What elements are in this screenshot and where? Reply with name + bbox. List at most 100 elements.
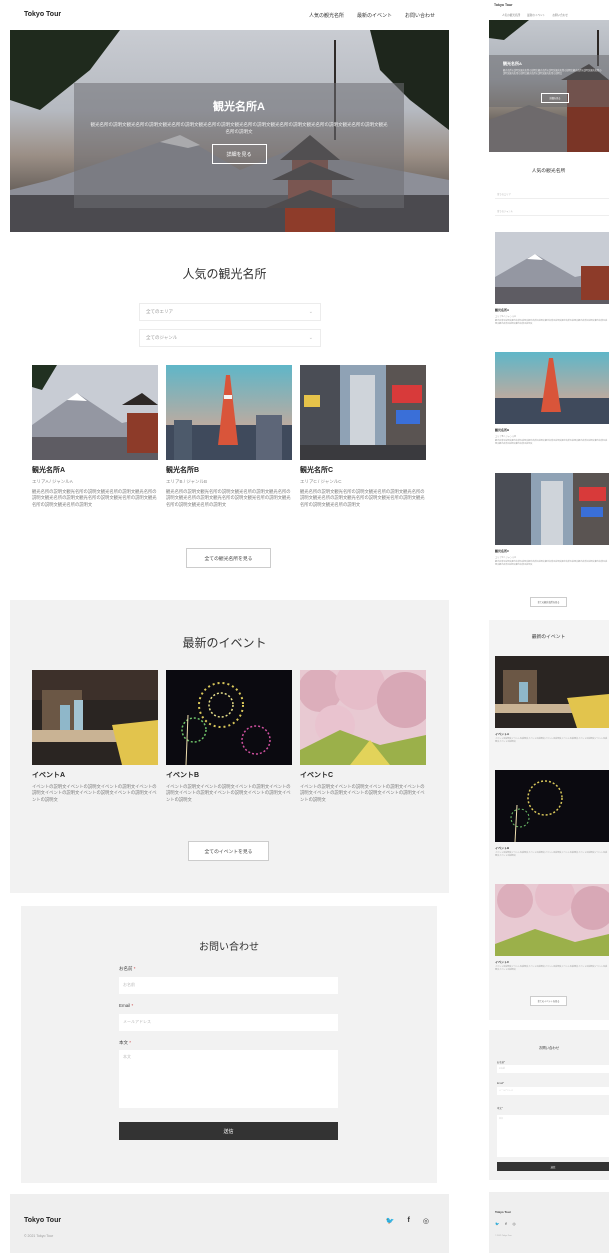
spot-image bbox=[495, 352, 609, 424]
spot-image bbox=[495, 473, 609, 545]
event-title: イベントB bbox=[166, 772, 200, 779]
email-label: Email* bbox=[497, 1082, 504, 1085]
spot-title: 観光名所A bbox=[32, 467, 66, 474]
spot-description: 観光名所の説明文観光名所の説明文観光名所の説明文観光名所の説明文観光名所の説明文… bbox=[300, 489, 425, 507]
hero-overlay: 観光名所A 観光名所の説明文観光名所の説明文観光名所の説明文観光名所の説明文観光… bbox=[74, 83, 404, 208]
area-filter-value: 全てのエリア bbox=[146, 309, 173, 314]
nav-link-events[interactable]: 最新のイベント bbox=[527, 13, 545, 17]
event-card[interactable]: イベントA イベントの説明文イベントの説明文イベントの説明文イベントの説明文イベ… bbox=[495, 656, 609, 744]
spot-description: 観光名所の説明文観光名所の説明文観光名所の説明文観光名所の説明文観光名所の説明文… bbox=[32, 489, 157, 507]
hero-description: 観光名所の説明文観光名所の説明文観光名所の説明文観光名所の説明文観光名所の説明文… bbox=[503, 70, 602, 76]
contact-title: お問い合わせ bbox=[538, 1046, 560, 1050]
hero-title: 観光名所A bbox=[213, 101, 265, 113]
spot-card[interactable]: 観光名所C エリアC / ジャンルC 観光名所の説明文観光名所の説明文観光名所の… bbox=[300, 365, 426, 508]
site-footer: Tokyo Tour © 2021 Tokyo Tour 🐦 f ◎ bbox=[10, 1194, 449, 1253]
twitter-icon[interactable]: 🐦 bbox=[495, 1222, 499, 1226]
event-card[interactable]: イベントC イベントの説明文イベントの説明文イベントの説明文イベントの説明文イベ… bbox=[495, 884, 609, 972]
site-logo[interactable]: Tokyo Tour bbox=[24, 11, 61, 18]
hero-banner: 観光名所A 観光名所の説明文観光名所の説明文観光名所の説明文観光名所の説明文観光… bbox=[10, 30, 449, 232]
spot-card[interactable]: 観光名所B エリアB / ジャンルB 観光名所の説明文観光名所の説明文観光名所の… bbox=[495, 352, 609, 446]
all-spots-button[interactable]: 全ての観光名所を見る bbox=[186, 548, 271, 568]
mobile-view: Tokyo Tour 人気の観光名所 最新のイベント お問い合わせ 観光名所A … bbox=[488, 0, 609, 1253]
spot-description: 観光名所の説明文観光名所の説明文観光名所の説明文観光名所の説明文観光名所の説明文… bbox=[495, 320, 608, 326]
events-section-title: 最新のイベント bbox=[182, 636, 267, 650]
event-image bbox=[495, 770, 609, 842]
all-events-button[interactable]: 全てのイベントを見る bbox=[530, 996, 567, 1006]
genre-filter-select[interactable]: 全てのジャンル bbox=[495, 205, 609, 216]
event-card[interactable]: イベントA イベントの説明文イベントの説明文イベントの説明文イベントの説明文イベ… bbox=[32, 670, 158, 803]
nav-link-events[interactable]: 最新のイベント bbox=[357, 12, 392, 19]
hero-detail-button[interactable]: 詳細を見る bbox=[541, 93, 569, 103]
spot-title: 観光名所A bbox=[495, 308, 510, 312]
name-label: お名前* bbox=[497, 1061, 506, 1064]
body-label: 本文 * bbox=[119, 1040, 132, 1045]
event-image bbox=[166, 670, 292, 765]
nav-link-spots[interactable]: 人気の観光名所 bbox=[502, 13, 520, 17]
name-field[interactable]: お名前 bbox=[497, 1065, 609, 1073]
event-card[interactable]: イベントB イベントの説明文イベントの説明文イベントの説明文イベントの説明文イベ… bbox=[495, 770, 609, 858]
email-field[interactable]: メールアドレス bbox=[119, 1014, 338, 1031]
hero-title: 観光名所A bbox=[503, 61, 522, 66]
nav-link-spots[interactable]: 人気の観光名所 bbox=[309, 12, 344, 19]
mobile-nav: 人気の観光名所 最新のイベント お問い合わせ bbox=[502, 13, 568, 17]
instagram-icon[interactable]: ◎ bbox=[513, 1222, 516, 1226]
events-section-title: 最新のイベント bbox=[531, 635, 566, 640]
mobile-hero: 観光名所A 観光名所の説明文観光名所の説明文観光名所の説明文観光名所の説明文観光… bbox=[489, 20, 609, 152]
spot-image bbox=[300, 365, 426, 460]
spot-meta: エリアC / ジャンルC bbox=[495, 557, 517, 559]
event-description: イベントの説明文イベントの説明文イベントの説明文イベントの説明文イベントの説明文… bbox=[495, 738, 608, 744]
mobile-logo[interactable]: Tokyo Tour bbox=[494, 3, 513, 7]
site-header: Tokyo Tour 人気の観光名所 最新のイベント お問い合わせ bbox=[0, 0, 449, 30]
body-textarea[interactable]: 本文 bbox=[119, 1050, 338, 1108]
chevron-down-icon: ⌄ bbox=[308, 309, 313, 315]
event-image bbox=[300, 670, 426, 765]
facebook-icon[interactable]: f bbox=[505, 1222, 506, 1226]
spot-description: 観光名所の説明文観光名所の説明文観光名所の説明文観光名所の説明文観光名所の説明文… bbox=[495, 440, 608, 446]
footer-logo[interactable]: Tokyo Tour bbox=[24, 1217, 61, 1224]
spot-meta: エリアB / ジャンルB bbox=[495, 436, 516, 438]
contact-title: お問い合わせ bbox=[199, 942, 259, 953]
all-events-button[interactable]: 全てのイベントを見る bbox=[188, 841, 269, 861]
event-description: イベントの説明文イベントの説明文イベントの説明文イベントの説明文イベントの説明文… bbox=[166, 784, 291, 802]
desktop-view: Tokyo Tour 人気の観光名所 最新のイベント お問い合わせ 観光名所A … bbox=[0, 0, 449, 1253]
area-filter-select[interactable]: 全てのエリア bbox=[495, 188, 609, 199]
footer-logo[interactable]: Tokyo Tour bbox=[495, 1210, 511, 1214]
event-image bbox=[495, 656, 609, 728]
spot-card[interactable]: 観光名所A エリアA / ジャンルA 観光名所の説明文観光名所の説明文観光名所の… bbox=[495, 232, 609, 326]
spot-card[interactable]: 観光名所A エリアA / ジャンルA 観光名所の説明文観光名所の説明文観光名所の… bbox=[32, 365, 158, 508]
event-card[interactable]: イベントB イベントの説明文イベントの説明文イベントの説明文イベントの説明文イベ… bbox=[166, 670, 292, 803]
event-image bbox=[495, 884, 609, 956]
event-title: イベントC bbox=[300, 772, 334, 779]
event-description: イベントの説明文イベントの説明文イベントの説明文イベントの説明文イベントの説明文… bbox=[32, 784, 157, 802]
event-card[interactable]: イベントC イベントの説明文イベントの説明文イベントの説明文イベントの説明文イベ… bbox=[300, 670, 426, 803]
nav-link-contact[interactable]: お問い合わせ bbox=[552, 13, 568, 17]
spot-meta: エリアC / ジャンルC bbox=[300, 479, 342, 484]
facebook-icon[interactable]: f bbox=[408, 1217, 410, 1225]
spot-image bbox=[495, 232, 609, 304]
hero-detail-button[interactable]: 詳細を見る bbox=[211, 144, 267, 164]
spot-meta: エリアA / ジャンルA bbox=[32, 479, 73, 484]
submit-button[interactable]: 送信 bbox=[497, 1162, 609, 1171]
event-title: イベントC bbox=[495, 960, 510, 964]
instagram-icon[interactable]: ◎ bbox=[423, 1217, 429, 1225]
genre-filter-value: 全てのジャンル bbox=[146, 335, 178, 340]
genre-filter-select[interactable]: 全てのジャンル ⌄ bbox=[139, 329, 321, 347]
spot-card[interactable]: 観光名所B エリアB / ジャンルB 観光名所の説明文観光名所の説明文観光名所の… bbox=[166, 365, 292, 508]
twitter-icon[interactable]: 🐦 bbox=[386, 1217, 395, 1225]
area-filter-select[interactable]: 全てのエリア ⌄ bbox=[139, 303, 321, 321]
spot-title: 観光名所C bbox=[495, 549, 510, 553]
submit-button[interactable]: 送信 bbox=[119, 1122, 338, 1140]
email-field[interactable]: メールアドレス bbox=[497, 1087, 609, 1095]
nav-link-contact[interactable]: お問い合わせ bbox=[405, 12, 435, 19]
event-description: イベントの説明文イベントの説明文イベントの説明文イベントの説明文イベントの説明文… bbox=[495, 852, 608, 858]
event-image bbox=[32, 670, 158, 765]
name-field[interactable]: お名前 bbox=[119, 977, 338, 994]
email-label: Email * bbox=[119, 1003, 134, 1008]
event-title: イベントA bbox=[32, 772, 66, 779]
spot-card[interactable]: 観光名所C エリアC / ジャンルC 観光名所の説明文観光名所の説明文観光名所の… bbox=[495, 473, 609, 567]
body-textarea[interactable]: 本文 bbox=[497, 1115, 609, 1157]
hero-overlay: 観光名所A 観光名所の説明文観光名所の説明文観光名所の説明文観光名所の説明文観光… bbox=[489, 55, 609, 107]
spot-title: 観光名所B bbox=[495, 428, 510, 432]
spots-section-title: 人気の観光名所 bbox=[182, 267, 267, 281]
all-spots-button[interactable]: 全ての観光名所を見る bbox=[530, 597, 567, 607]
